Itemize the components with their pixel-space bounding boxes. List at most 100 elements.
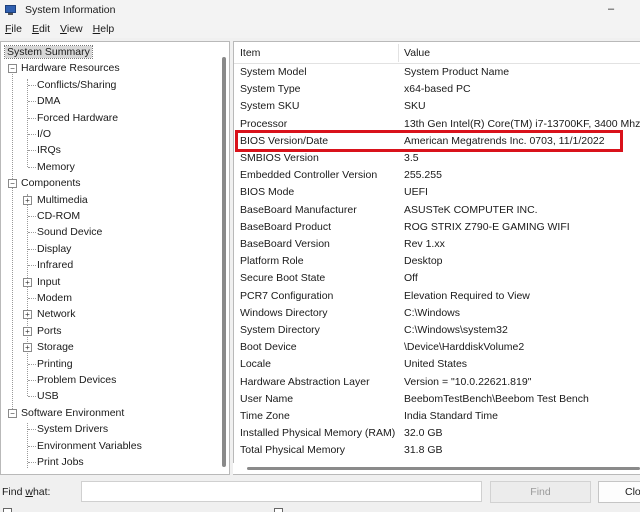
tree-item-input[interactable]: Input: [37, 274, 60, 290]
collapse-minus-icon[interactable]: −: [8, 64, 17, 74]
tree-vertical-scrollbar[interactable]: [218, 43, 229, 474]
tree-item-label: CD-ROM: [37, 210, 81, 222]
search-category-names-checkbox[interactable]: [274, 508, 283, 512]
tree-item-printing[interactable]: Printing: [37, 356, 73, 372]
list-horizontal-scrollbar[interactable]: [233, 463, 640, 474]
tree-item-multimedia[interactable]: Multimedia: [37, 192, 88, 208]
tree-branch-line: [28, 166, 36, 168]
value-cell: SKU: [404, 100, 426, 113]
tree-item-network[interactable]: Network: [37, 306, 76, 322]
collapse-minus-icon[interactable]: −: [8, 179, 17, 189]
system-information-app-icon: [5, 4, 17, 16]
tree-item-dma[interactable]: DMA: [37, 93, 60, 109]
tree-connector-components: [27, 193, 28, 397]
category-tree[interactable]: System Summary Hardware Resources − Conflic…: [0, 41, 230, 475]
bios-version-highlight-box: [235, 130, 623, 152]
table-row[interactable]: User Name BeebomTestBench\Beebom Test Ben…: [234, 391, 640, 408]
table-row[interactable]: Boot Device \Device\HarddiskVolume2: [234, 339, 640, 356]
item-cell: Boot Device: [240, 341, 297, 354]
table-row[interactable]: Hardware Abstraction Layer Version = "10.…: [234, 374, 640, 391]
collapse-minus-icon[interactable]: −: [8, 408, 17, 418]
item-cell: Installed Physical Memory (RAM): [240, 427, 396, 440]
tree-item-components[interactable]: Components: [21, 175, 81, 191]
tree-item-sound-device[interactable]: Sound Device: [37, 224, 102, 240]
value-cell: United States: [404, 358, 468, 371]
menu-file[interactable]: File: [4, 23, 23, 35]
tree-item-system-summary[interactable]: System Summary: [4, 44, 93, 60]
table-row[interactable]: Platform Role Desktop: [234, 253, 640, 270]
find-label-pre: Find: [2, 486, 26, 498]
table-row[interactable]: Secure Boot State Off: [234, 270, 640, 287]
menu-help[interactable]: Help: [92, 23, 116, 35]
table-row[interactable]: System Type x64-based PC: [234, 81, 640, 98]
column-separator[interactable]: [398, 44, 399, 62]
tree-item-infrared[interactable]: Infrared: [37, 257, 73, 273]
table-row[interactable]: System Directory C:\Windows\system32: [234, 322, 640, 339]
tree-item-modem[interactable]: Modem: [37, 290, 72, 306]
table-row[interactable]: BIOS Mode UEFI: [234, 184, 640, 201]
expand-plus-icon[interactable]: +: [23, 195, 32, 205]
item-cell: BaseBoard Manufacturer: [240, 203, 357, 216]
table-row[interactable]: Installed Physical Memory (RAM) 32.0 GB: [234, 425, 640, 442]
table-row[interactable]: BaseBoard Version Rev 1.xx: [234, 236, 640, 253]
tree-item-print-jobs[interactable]: Print Jobs: [37, 454, 84, 470]
tree-item-conflicts-sharing[interactable]: Conflicts/Sharing: [37, 77, 116, 93]
tree-branch-line: [28, 216, 36, 217]
value-cell: ASUSTeK COMPUTER INC.: [404, 203, 538, 216]
table-row[interactable]: System SKU SKU: [234, 98, 640, 115]
search-selected-category-checkbox[interactable]: [3, 508, 12, 512]
table-row[interactable]: System Model System Product Name: [234, 64, 640, 81]
menu-edit-label: dit: [38, 23, 51, 35]
table-row[interactable]: Time Zone India Standard Time: [234, 408, 640, 425]
tree-item-label: Ports: [37, 324, 62, 337]
tree-item-memory[interactable]: Memory: [37, 159, 75, 175]
tree-item-environment-variables[interactable]: Environment Variables: [37, 438, 142, 454]
tree-item-cd-rom[interactable]: CD-ROM: [37, 208, 80, 224]
table-row[interactable]: Total Physical Memory 31.8 GB: [234, 442, 640, 459]
expand-plus-icon[interactable]: +: [23, 326, 32, 336]
tree-branch-line: [28, 84, 36, 86]
column-header-value[interactable]: Value: [404, 47, 430, 59]
tree-item-label: Components: [21, 177, 81, 190]
value-cell: 31.8 GB: [404, 444, 443, 457]
tree-item-software-environment[interactable]: Software Environment: [21, 405, 124, 421]
table-row[interactable]: Locale United States: [234, 356, 640, 373]
table-row[interactable]: PCR7 Configuration Elevation Required to …: [234, 288, 640, 305]
close-find-button[interactable]: Clo: [598, 481, 640, 503]
details-list[interactable]: Item Value System Model System Product Na…: [233, 41, 640, 475]
expand-plus-icon[interactable]: +: [23, 277, 32, 287]
menu-view[interactable]: View: [59, 23, 84, 35]
tree-branch-line: [28, 232, 36, 234]
list-hscroll-thumb[interactable]: [247, 467, 640, 470]
table-row[interactable]: BaseBoard Manufacturer ASUSTeK COMPUTER I…: [234, 202, 640, 219]
item-cell: Hardware Abstraction Layer: [240, 375, 370, 388]
tree-item-forced-hardware[interactable]: Forced Hardware: [37, 110, 118, 126]
tree-item-ports[interactable]: Ports: [37, 323, 62, 339]
tree-item-system-drivers[interactable]: System Drivers: [37, 421, 108, 437]
table-row[interactable]: BaseBoard Product ROG STRIX Z790-E GAMING…: [234, 219, 640, 236]
value-cell: Version = "10.0.22621.819": [404, 375, 532, 388]
tree-item-hardware-resources[interactable]: Hardware Resources: [21, 60, 120, 76]
item-cell: SMBIOS Version: [240, 152, 319, 164]
tree-scroll-thumb[interactable]: [222, 57, 226, 467]
table-row[interactable]: Embedded Controller Version 255.255: [234, 167, 640, 184]
find-what-input[interactable]: [81, 481, 482, 502]
tree-item-usb[interactable]: USB: [37, 388, 59, 404]
tree-item-i-o[interactable]: I/O: [37, 126, 51, 142]
column-header-item[interactable]: Item: [240, 47, 260, 59]
tree-item-display[interactable]: Display: [37, 241, 71, 257]
tree-item-label: Memory: [37, 160, 75, 173]
expand-plus-icon[interactable]: +: [23, 343, 32, 353]
table-row[interactable]: Windows Directory C:\Windows: [234, 305, 640, 322]
expand-plus-icon[interactable]: +: [23, 310, 32, 320]
value-cell: C:\Windows: [404, 306, 461, 319]
tree-item-irqs[interactable]: IRQs: [37, 142, 61, 158]
item-cell: Time Zone: [240, 410, 290, 422]
tree-item-storage[interactable]: Storage: [37, 339, 74, 355]
tree-item-label: Problem Devices: [37, 374, 117, 386]
minimize-button[interactable]: –: [604, 2, 618, 16]
menu-edit[interactable]: Edit: [31, 23, 51, 35]
table-row[interactable]: SMBIOS Version 3.5: [234, 150, 640, 167]
tree-item-problem-devices[interactable]: Problem Devices: [37, 372, 116, 388]
find-button[interactable]: Find: [490, 481, 591, 503]
